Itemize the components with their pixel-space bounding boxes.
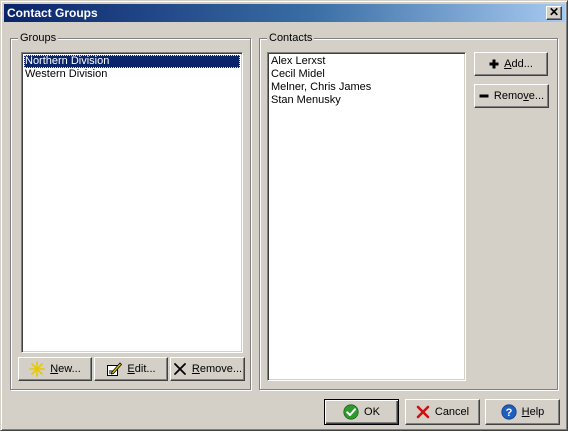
edit-pencil-icon [106,361,123,377]
contacts-frame: Contacts Alex Lerxst Cecil Midel Melner,… [259,32,558,390]
group-list-item[interactable]: Northern Division [24,55,240,68]
close-icon: ✕ [548,5,560,19]
help-button-label: Help [521,406,545,418]
new-group-button[interactable]: New... [18,357,92,381]
help-button[interactable]: ? Help [485,399,560,425]
help-question-icon: ? [501,404,517,420]
dialog-title: Contact Groups [7,6,98,20]
minus-icon [479,91,489,101]
title-bar: Contact Groups ✕ [4,4,565,22]
plus-icon [489,59,499,69]
new-button-label: New... [50,363,81,375]
groups-legend: Groups [18,32,59,45]
contact-list-item[interactable]: Cecil Midel [270,68,463,81]
ok-button-label: OK [364,406,380,418]
green-check-icon [343,404,359,420]
remove-contact-button-label: Remove... [493,90,545,102]
cancel-button[interactable]: Cancel [405,399,480,425]
edit-button-label: Edit... [127,363,156,375]
red-x-icon [416,405,430,419]
contacts-legend: Contacts [267,32,315,45]
remove-contact-button[interactable]: Remove... [474,84,549,108]
ok-button[interactable]: OK [324,399,399,425]
svg-text:?: ? [505,407,512,419]
cancel-button-label: Cancel [434,406,470,418]
groups-listbox[interactable]: Northern Division Western Division [21,52,243,353]
edit-group-button[interactable]: Edit... [94,357,168,381]
sparkle-icon [29,361,46,377]
contact-groups-dialog: Contact Groups ✕ Groups Northern Divisio… [0,0,568,431]
x-icon [173,362,187,376]
contacts-listbox[interactable]: Alex Lerxst Cecil Midel Melner, Chris Ja… [267,52,466,381]
contact-list-item[interactable]: Alex Lerxst [270,55,463,68]
groups-frame: Groups Northern Division Western Divisio… [10,32,251,390]
group-list-item[interactable]: Western Division [24,68,240,81]
add-button-label: Add... [504,58,533,70]
remove-group-button[interactable]: Remove... [170,357,245,381]
remove-group-button-label: Remove... [191,363,243,375]
contact-list-item[interactable]: Stan Menusky [270,94,463,107]
close-button[interactable]: ✕ [546,6,562,20]
add-contact-button[interactable]: Add... [474,52,548,76]
contact-list-item[interactable]: Melner, Chris James [270,81,463,94]
